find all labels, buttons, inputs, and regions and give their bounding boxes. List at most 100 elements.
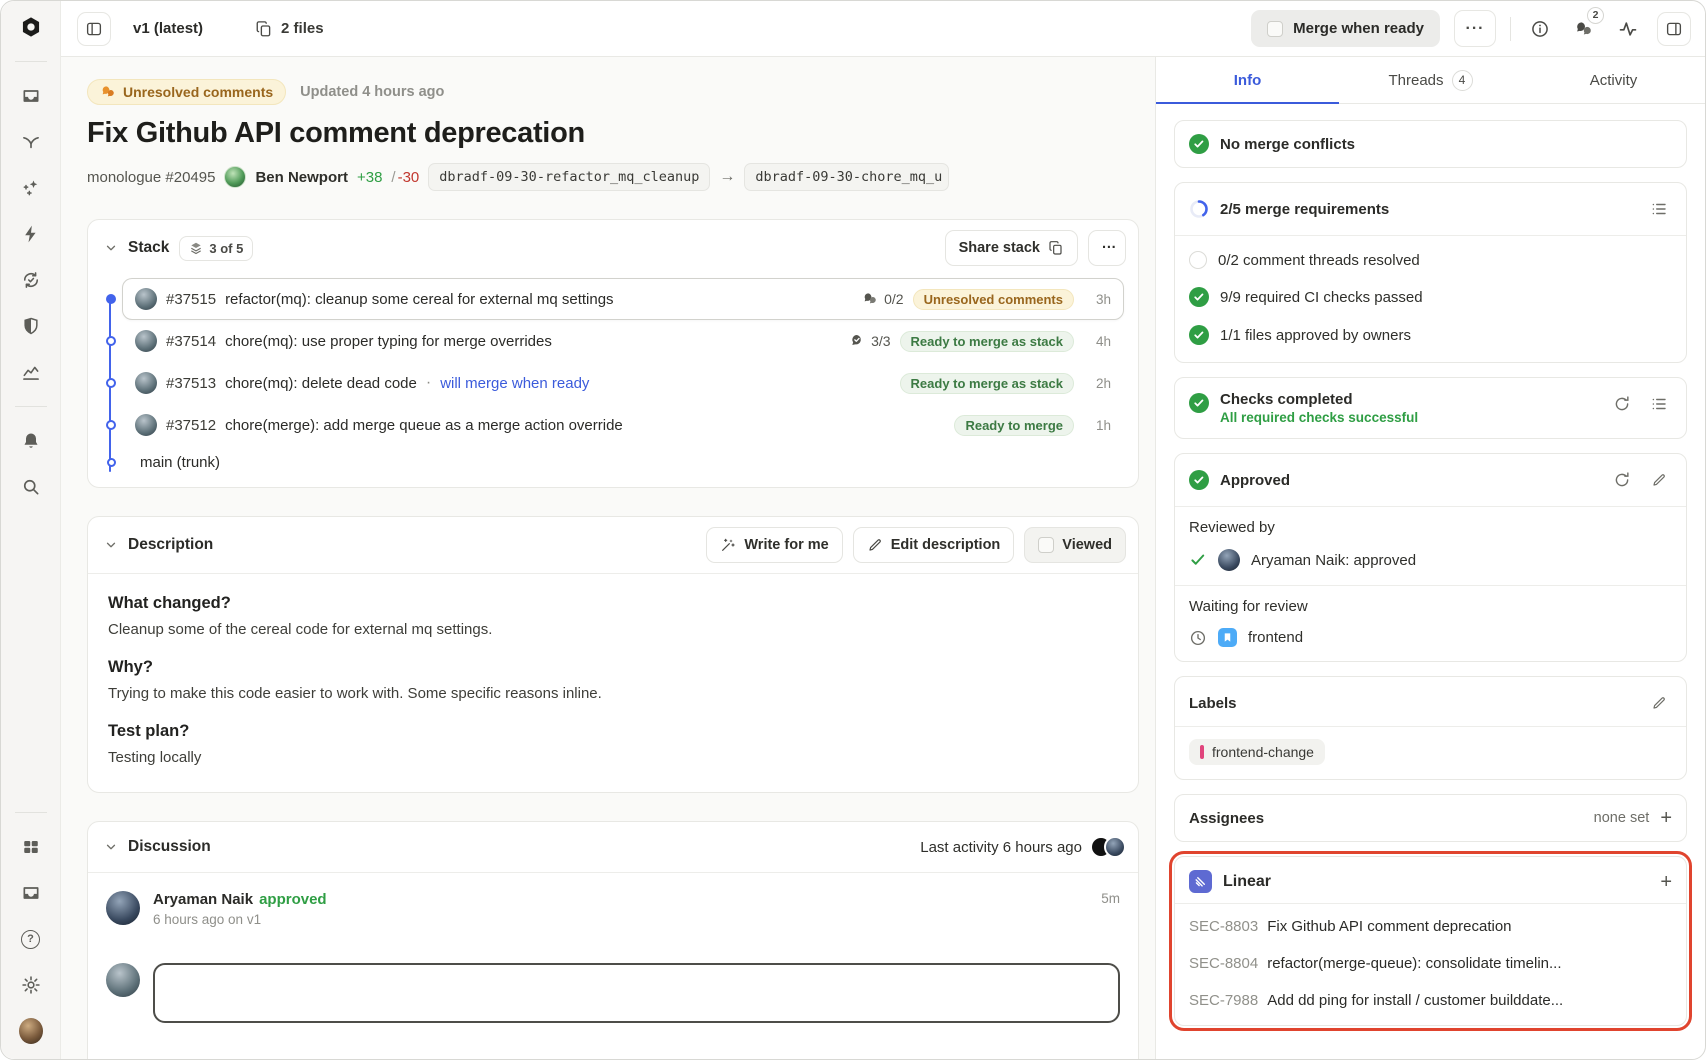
target-branch-chip[interactable]: dbradf-09-30-chore_mq_u: [744, 163, 949, 191]
author-avatar[interactable]: [224, 166, 246, 188]
settings-gear-icon[interactable]: [19, 973, 43, 997]
check-circle-icon: [1189, 325, 1209, 345]
topbar: v1 (latest) 2 files Merge when ready ···…: [61, 1, 1705, 57]
author-name[interactable]: Ben Newport: [255, 169, 348, 186]
stack-row-1: #37515 refactor(mq): cleanup some cereal…: [100, 278, 1124, 320]
check-icon: [1189, 551, 1207, 569]
ci-sync-check-icon[interactable]: [19, 268, 43, 292]
chevron-down-icon[interactable]: [104, 538, 118, 552]
shield-icon[interactable]: [19, 314, 43, 338]
app-logo-icon[interactable]: [19, 15, 43, 39]
archive-tray-icon[interactable]: [19, 881, 43, 905]
updated-timestamp: Updated 4 hours ago: [300, 84, 444, 100]
desc-paragraph: Testing locally: [108, 749, 1118, 766]
stack-item-37512[interactable]: #37512 chore(merge): add merge queue as …: [122, 404, 1124, 446]
description-body: What changed? Cleanup some of the cereal…: [88, 574, 1138, 792]
viewed-checkbox[interactable]: [1038, 537, 1054, 553]
inbox-icon[interactable]: [19, 84, 43, 108]
search-icon[interactable]: [19, 475, 43, 499]
participant-avatars: [1090, 836, 1126, 858]
label-chip[interactable]: frontend-change: [1189, 739, 1325, 765]
info-icon[interactable]: [1525, 14, 1555, 44]
edit-description-button[interactable]: Edit description: [853, 527, 1015, 563]
commenter-avatar: [106, 891, 140, 925]
left-rail: ?: [1, 1, 61, 1059]
approved-action: approved: [259, 891, 327, 908]
trunk-row[interactable]: main (trunk): [100, 446, 1124, 473]
source-branch-chip[interactable]: dbradf-09-30-refactor_mq_cleanup: [428, 163, 710, 191]
stack-count-pill[interactable]: 3 of 5: [179, 236, 253, 261]
merge-branches-icon[interactable]: [19, 130, 43, 154]
chevron-down-icon[interactable]: [104, 241, 118, 255]
viewed-toggle-button[interactable]: Viewed: [1024, 527, 1126, 563]
check-circle-icon: [1189, 393, 1209, 413]
refresh-icon[interactable]: [1609, 391, 1635, 417]
pr-title: Fix Github API comment deprecation: [87, 117, 1139, 150]
status-badge: Ready to merge as stack: [900, 373, 1074, 394]
status-badge: Unresolved comments: [913, 289, 1074, 310]
linear-issue[interactable]: SEC-8804 refactor(merge-queue): consolid…: [1175, 945, 1686, 982]
files-count[interactable]: 2 files: [255, 20, 324, 38]
linear-issue[interactable]: SEC-8803 Fix Github API comment deprecat…: [1175, 908, 1686, 945]
comment-box-partial[interactable]: [153, 963, 1120, 1023]
version-label[interactable]: v1 (latest): [133, 20, 203, 37]
lightning-icon[interactable]: [19, 222, 43, 246]
write-for-me-button[interactable]: Write for me: [706, 527, 842, 563]
comment-time: 5m: [1101, 891, 1120, 927]
commit-dot: [106, 420, 116, 430]
comments-icon[interactable]: 2: [1569, 14, 1599, 44]
desc-heading: What changed?: [108, 594, 1118, 613]
deletions-count: -30: [398, 169, 420, 186]
avatar: [106, 963, 140, 997]
apps-grid-icon[interactable]: [19, 835, 43, 859]
ai-sparkles-icon[interactable]: [19, 176, 43, 200]
clock-icon: [1189, 629, 1207, 647]
stack-item-37513[interactable]: #37513 chore(mq): delete dead code · wil…: [122, 362, 1124, 404]
repo-number[interactable]: monologue #20495: [87, 169, 215, 186]
linear-issue[interactable]: SEC-7988 Add dd ping for install / custo…: [1175, 982, 1686, 1019]
help-icon[interactable]: ?: [19, 927, 43, 951]
approved-card: Approved Reviewed by Aryaman Naik: appro…: [1174, 453, 1687, 662]
refresh-icon[interactable]: [1609, 467, 1635, 493]
discussion-comment[interactable]: Aryaman Naikapproved 6 hours ago on v1 5…: [88, 873, 1138, 937]
rail-divider: [15, 406, 47, 407]
stack-item-37515[interactable]: #37515 refactor(mq): cleanup some cereal…: [122, 278, 1124, 320]
chevron-down-icon[interactable]: [104, 840, 118, 854]
notifications-bell-icon[interactable]: [19, 429, 43, 453]
toggle-right-panel-button[interactable]: [1657, 12, 1691, 46]
progress-circle-icon: [1189, 199, 1209, 219]
discussion-card: Discussion Last activity 6 hours ago Ary…: [87, 821, 1139, 1059]
insights-chart-icon[interactable]: [19, 360, 43, 384]
add-linear-issue-button[interactable]: +: [1660, 872, 1672, 892]
comment-check-icon: [849, 333, 865, 349]
stack-row-2: #37514 chore(mq): use proper typing for …: [100, 320, 1124, 362]
pr-meta-row: monologue #20495 Ben Newport +38/-30 dbr…: [87, 163, 1139, 191]
stack-more-button[interactable]: ···: [1088, 230, 1126, 266]
merge-when-ready-button[interactable]: Merge when ready: [1251, 10, 1440, 47]
tab-activity[interactable]: Activity: [1522, 57, 1705, 103]
activity-pulse-icon[interactable]: [1613, 14, 1643, 44]
stack-item-37514[interactable]: #37514 chore(mq): use proper typing for …: [122, 320, 1124, 362]
status-badge: Ready to merge: [954, 415, 1074, 436]
add-assignee-button[interactable]: +: [1660, 808, 1672, 828]
list-icon[interactable]: [1646, 196, 1672, 222]
desc-heading: Why?: [108, 658, 1118, 677]
share-stack-button[interactable]: Share stack: [945, 230, 1078, 266]
tab-info[interactable]: Info: [1156, 57, 1339, 103]
diff-slash: /: [391, 169, 395, 186]
will-merge-link[interactable]: will merge when ready: [440, 375, 589, 392]
topbar-divider: [1510, 17, 1511, 41]
layers-icon: [189, 241, 203, 255]
description-title: Description: [128, 536, 213, 554]
more-actions-button[interactable]: ···: [1454, 10, 1496, 47]
merge-checkbox[interactable]: [1267, 21, 1283, 37]
user-avatar[interactable]: [19, 1019, 43, 1043]
pencil-icon[interactable]: [1646, 690, 1672, 716]
tab-threads[interactable]: Threads 4: [1339, 57, 1522, 103]
stack-card: Stack 3 of 5 Share stack ···: [87, 219, 1139, 488]
next-comment-partial: [88, 937, 1138, 1023]
pencil-icon[interactable]: [1646, 467, 1672, 493]
list-icon[interactable]: [1646, 391, 1672, 417]
toggle-left-panel-button[interactable]: [77, 12, 111, 46]
description-card: Description Write for me Edit descriptio…: [87, 516, 1139, 793]
